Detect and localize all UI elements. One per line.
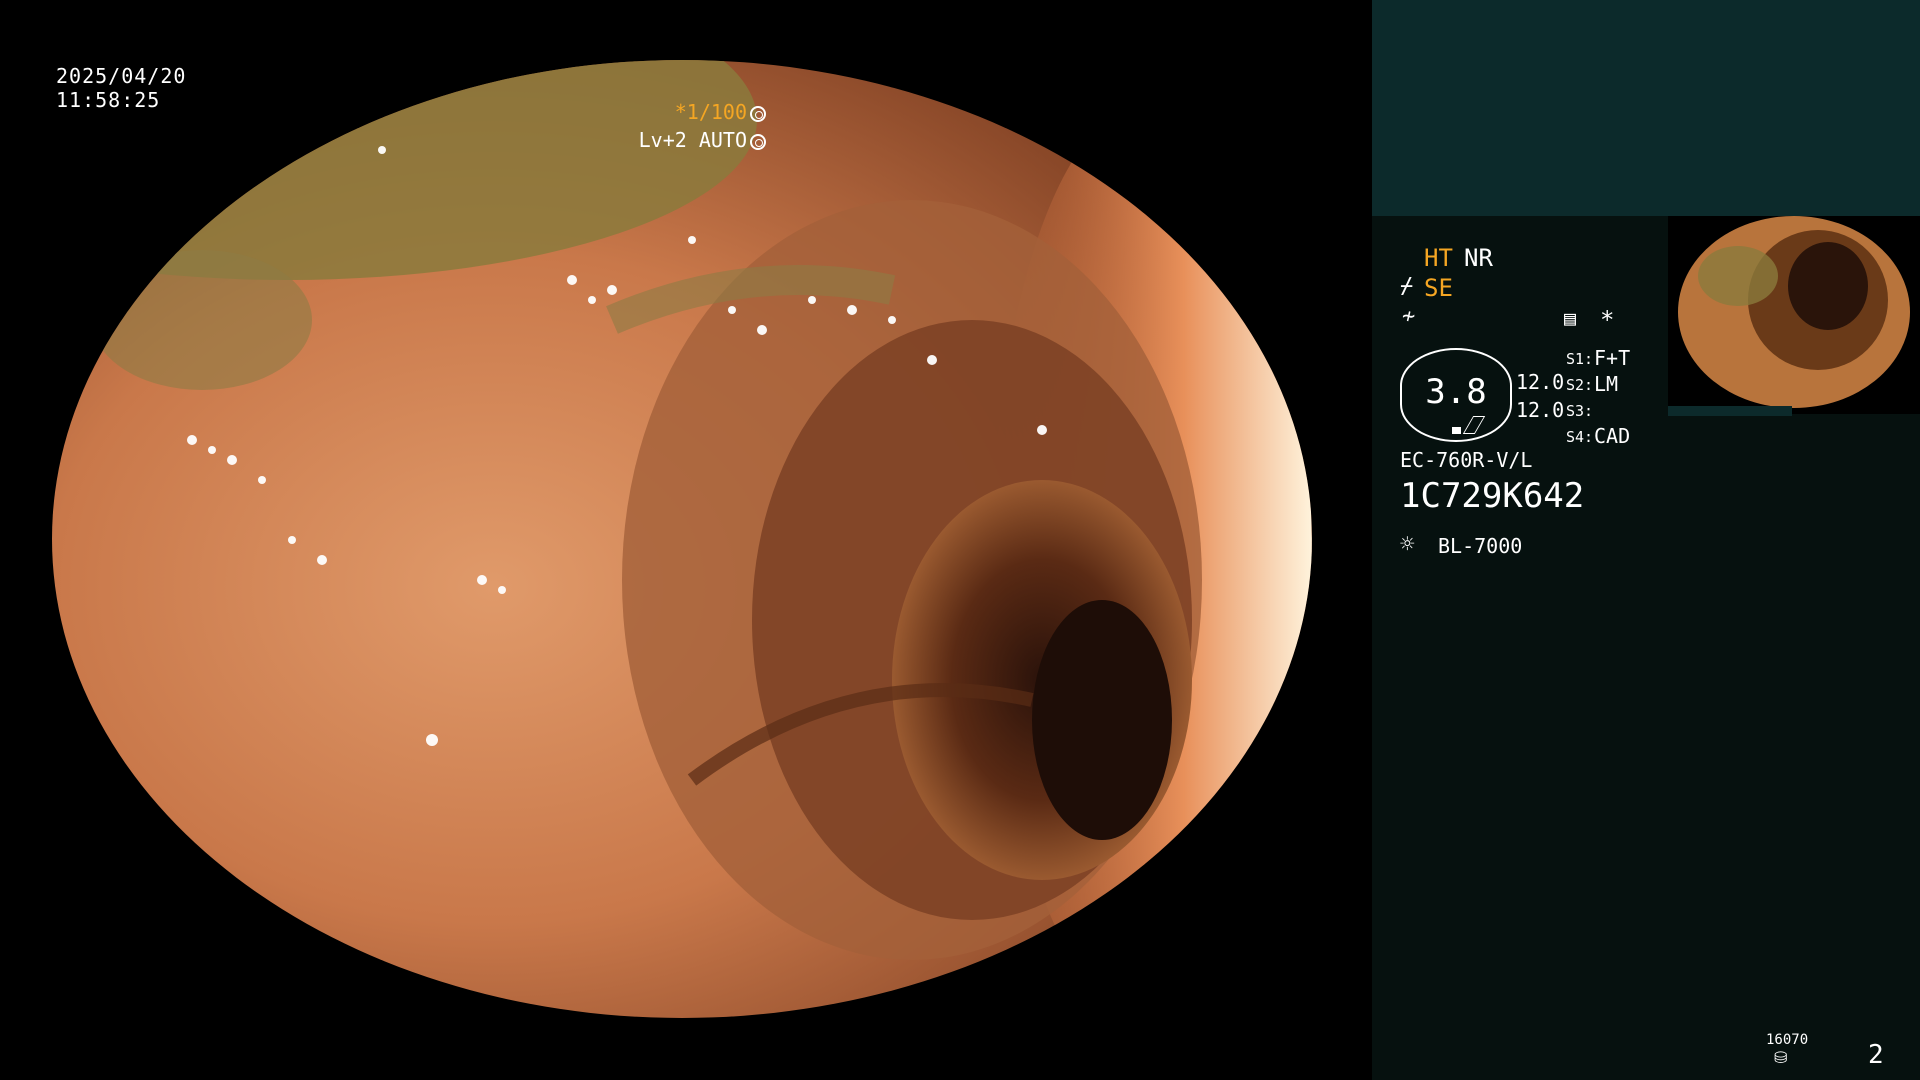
mask-bottom <box>0 1018 1372 1080</box>
zoom-slash <box>1462 416 1486 434</box>
timestamp: 2025/04/20 11:58:25 <box>56 64 186 112</box>
zoom-indicator: 3.8 <box>1400 348 1512 442</box>
s1-label: S1: <box>1566 350 1594 368</box>
panel-header-area <box>1372 0 1920 216</box>
s1-value: F+T <box>1594 346 1631 370</box>
mask-top <box>0 0 1372 60</box>
info-panel: HT NR ⌿ SE ≁ ▤ * 3.8 12.0 12.0 S1: F+T S… <box>1372 0 1920 1080</box>
zoom-dot <box>1452 427 1461 434</box>
s4-value: CAD <box>1594 424 1631 448</box>
page-number: 2 <box>1868 1040 1884 1070</box>
param-1: 12.0 <box>1516 370 1565 394</box>
ht-indicator: HT <box>1424 244 1453 272</box>
thumbnail-bar <box>1668 406 1792 416</box>
endoscope-view: 2025/04/20 11:58:25 *1/100 Lv+2 AUTO <box>0 0 1372 1080</box>
disk-icon: ⛁ <box>1774 1048 1788 1067</box>
iris-mode: AUTO <box>698 128 747 152</box>
s3-label: S3: <box>1566 402 1594 420</box>
endoscopic-image <box>52 60 1312 1018</box>
date-text: 2025/04/20 <box>56 64 187 88</box>
s2-label: S2: <box>1566 376 1594 394</box>
s2-value: LM <box>1594 372 1619 396</box>
scope-serial: 1C729K642 <box>1400 476 1585 516</box>
scope-model: EC-760R-V/L <box>1400 448 1533 472</box>
settings-list-icon: ▤ <box>1564 306 1577 330</box>
auto-iris-icon <box>750 134 766 150</box>
shutter-iris-icon <box>750 106 766 122</box>
fiber-icon: ⌿ <box>1400 274 1414 299</box>
exposure-info: *1/100 Lv+2 AUTO <box>639 98 766 154</box>
disk-count: 16070 <box>1766 1032 1809 1048</box>
param-2: 12.0 <box>1516 398 1565 422</box>
se-indicator: SE <box>1424 274 1453 302</box>
asterisk-indicator: * <box>1600 306 1615 334</box>
nr-indicator: NR <box>1464 244 1493 272</box>
thumbnail-image <box>1668 216 1920 414</box>
freeze-icon: ≁ <box>1402 304 1416 329</box>
zoom-value: 3.8 <box>1425 372 1487 412</box>
shutter-speed: *1/100 <box>674 100 747 124</box>
time-text: 11:58:25 <box>56 88 161 112</box>
s4-label: S4: <box>1566 428 1594 446</box>
light-bulb-icon: ☼ <box>1400 530 1415 558</box>
light-source: BL-7000 <box>1438 534 1523 558</box>
brightness-level: Lv+2 <box>638 128 687 152</box>
